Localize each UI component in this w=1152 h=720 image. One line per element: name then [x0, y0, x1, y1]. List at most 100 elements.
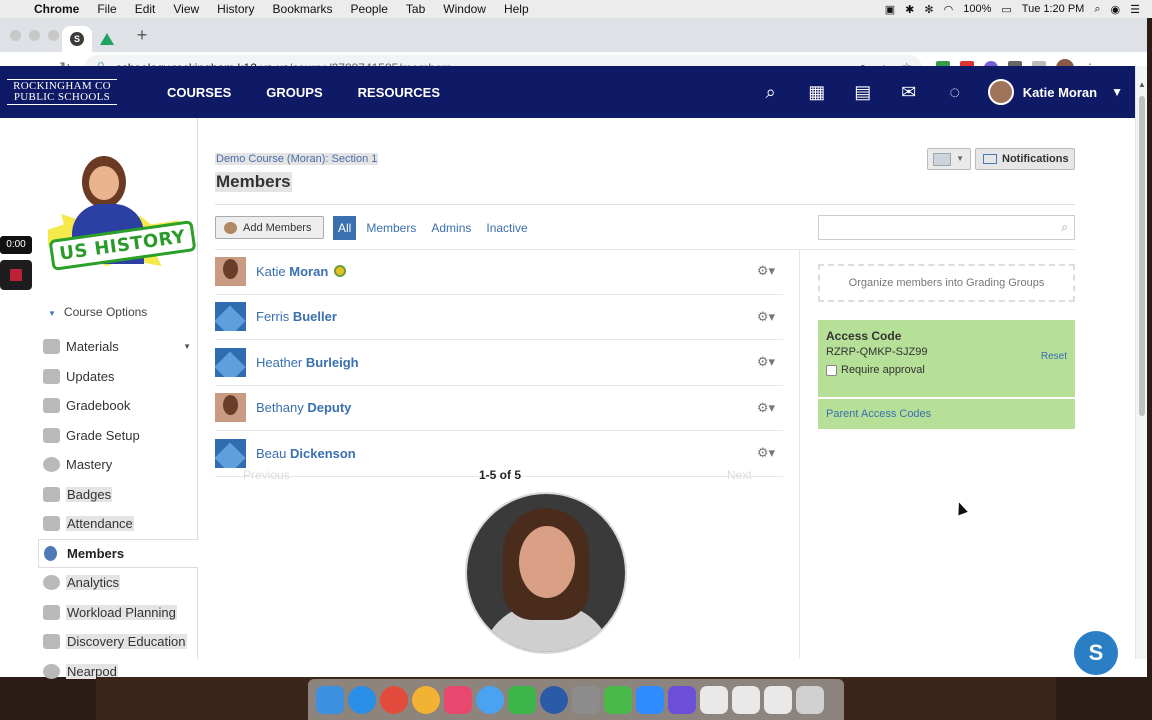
- bell-icon[interactable]: ◌: [944, 82, 966, 103]
- menu-view[interactable]: View: [164, 2, 208, 16]
- gear-icon[interactable]: ⚙▾: [757, 263, 775, 279]
- menu-app-name[interactable]: Chrome: [28, 2, 88, 16]
- spotlight-icon[interactable]: ⌕: [1094, 3, 1100, 16]
- previous-page-link[interactable]: Previous: [243, 468, 290, 482]
- breadcrumb[interactable]: Demo Course (Moran): Section 1: [215, 153, 379, 165]
- page-scrollbar[interactable]: ▲: [1135, 66, 1147, 659]
- stop-recording-button[interactable]: [0, 260, 32, 290]
- calendar-icon[interactable]: ▤: [852, 82, 874, 103]
- user-menu[interactable]: Katie Moran ▼: [987, 79, 1123, 105]
- wifi-icon[interactable]: ◠: [944, 3, 954, 16]
- menu-edit[interactable]: Edit: [126, 2, 165, 16]
- tab-schoology[interactable]: S: [62, 26, 92, 52]
- sidebar-item-updates[interactable]: Updates: [38, 362, 198, 392]
- member-name[interactable]: Beau Dickenson: [256, 446, 356, 461]
- add-members-button[interactable]: Add Members: [215, 216, 324, 239]
- sidebar-item-members[interactable]: Members: [38, 538, 198, 568]
- notification-center-icon[interactable]: ☰: [1130, 3, 1140, 16]
- gear-icon[interactable]: ⚙▾: [757, 400, 775, 416]
- close-window-button[interactable]: [10, 29, 21, 41]
- chrome-icon[interactable]: [380, 685, 408, 714]
- member-search-input[interactable]: ⌕: [818, 215, 1075, 240]
- member-name[interactable]: Bethany Deputy: [256, 400, 351, 415]
- nav-courses[interactable]: COURSES: [167, 85, 231, 100]
- search-icon[interactable]: ⌕: [1061, 220, 1068, 235]
- photos-icon[interactable]: [412, 685, 440, 714]
- trash-icon[interactable]: [796, 685, 824, 714]
- view-toggle-button[interactable]: ▼: [927, 148, 971, 170]
- filter-inactive[interactable]: Inactive: [486, 221, 527, 235]
- sidebar-item-materials[interactable]: Materials ▼: [38, 332, 198, 362]
- webex-icon[interactable]: [540, 685, 568, 714]
- sidebar-item-attendance[interactable]: Attendance: [38, 509, 198, 539]
- filter-all[interactable]: All: [333, 216, 357, 240]
- app-icon[interactable]: [668, 685, 696, 714]
- member-name[interactable]: Heather Burleigh: [256, 355, 359, 370]
- dropdown-caret-icon[interactable]: ▼: [183, 342, 191, 351]
- tab-google-drive[interactable]: [92, 26, 122, 52]
- sidebar-item-mastery[interactable]: Mastery: [38, 450, 198, 480]
- menu-file[interactable]: File: [88, 2, 125, 16]
- nav-groups[interactable]: GROUPS: [266, 85, 322, 100]
- menu-window[interactable]: Window: [434, 2, 495, 16]
- document-icon[interactable]: [764, 685, 792, 714]
- grading-groups-button[interactable]: Organize members into Grading Groups: [818, 264, 1075, 302]
- zoom-app-icon[interactable]: [636, 685, 664, 714]
- sidebar-item-workload-planning[interactable]: Workload Planning: [38, 598, 198, 628]
- district-logo[interactable]: ROCKINGHAM CO PUBLIC SCHOOLS: [7, 79, 117, 105]
- document-icon[interactable]: [700, 685, 728, 714]
- member-avatar[interactable]: [215, 302, 246, 332]
- menu-history[interactable]: History: [208, 2, 263, 16]
- next-page-link[interactable]: Next: [727, 468, 752, 482]
- gear-icon[interactable]: ⚙▾: [757, 354, 775, 370]
- minimize-window-button[interactable]: [29, 29, 40, 41]
- system-preferences-icon[interactable]: [572, 685, 600, 714]
- filter-admins[interactable]: Admins: [431, 221, 471, 235]
- music-icon[interactable]: [444, 685, 472, 714]
- safari-icon[interactable]: [348, 685, 376, 714]
- notifications-button[interactable]: Notifications: [975, 148, 1075, 170]
- sidebar-item-grade-setup[interactable]: Grade Setup: [38, 421, 198, 451]
- sidebar-item-discovery-education[interactable]: Discovery Education: [38, 627, 198, 657]
- member-name[interactable]: Ferris Bueller: [256, 309, 337, 324]
- mail-icon[interactable]: ✉: [898, 82, 920, 103]
- member-avatar[interactable]: [215, 347, 246, 377]
- menu-bookmarks[interactable]: Bookmarks: [264, 2, 342, 16]
- extras-status-icon[interactable]: ✱: [905, 3, 914, 16]
- menu-tab[interactable]: Tab: [397, 2, 434, 16]
- reset-code-link[interactable]: Reset: [1041, 351, 1067, 362]
- menu-help[interactable]: Help: [495, 2, 538, 16]
- gear-icon[interactable]: ⚙▾: [757, 445, 775, 461]
- camtasia-icon[interactable]: [604, 685, 632, 714]
- member-avatar[interactable]: [215, 256, 246, 286]
- battery-percent[interactable]: 100%: [963, 3, 991, 15]
- new-tab-button[interactable]: +: [130, 25, 154, 46]
- schoology-help-button[interactable]: S: [1074, 631, 1118, 675]
- bluetooth-icon[interactable]: ✻: [924, 3, 933, 16]
- parent-access-codes-link[interactable]: Parent Access Codes: [818, 399, 1075, 429]
- siri-icon[interactable]: ◉: [1111, 3, 1121, 16]
- sidebar-item-badges[interactable]: Badges: [38, 480, 198, 510]
- sidebar-item-gradebook[interactable]: Gradebook: [38, 391, 198, 421]
- scroll-thumb[interactable]: [1139, 96, 1145, 416]
- member-avatar[interactable]: [215, 393, 246, 423]
- nav-resources[interactable]: RESOURCES: [358, 85, 440, 100]
- gear-icon[interactable]: ⚙▾: [757, 309, 775, 325]
- maximize-window-button[interactable]: [48, 29, 59, 41]
- member-name[interactable]: Katie Moran: [256, 264, 328, 279]
- zoom-status-icon[interactable]: ▣: [885, 3, 895, 16]
- scroll-up-arrow-icon[interactable]: ▲: [1138, 80, 1146, 89]
- filter-members[interactable]: Members: [366, 221, 416, 235]
- require-approval-checkbox[interactable]: [826, 364, 837, 376]
- finder-icon[interactable]: [316, 685, 344, 714]
- facetime-icon[interactable]: [508, 685, 536, 714]
- grid-icon[interactable]: ▦: [806, 82, 828, 103]
- sidebar-item-analytics[interactable]: Analytics: [38, 568, 198, 598]
- course-options-toggle[interactable]: ▼ Course Options: [48, 305, 147, 319]
- search-icon[interactable]: ⌕: [760, 82, 782, 103]
- messages-icon[interactable]: [476, 685, 504, 714]
- clock[interactable]: Tue 1:20 PM: [1022, 3, 1085, 15]
- member-avatar[interactable]: [215, 438, 246, 468]
- battery-icon[interactable]: ▭: [1001, 3, 1011, 16]
- menu-people[interactable]: People: [342, 2, 397, 16]
